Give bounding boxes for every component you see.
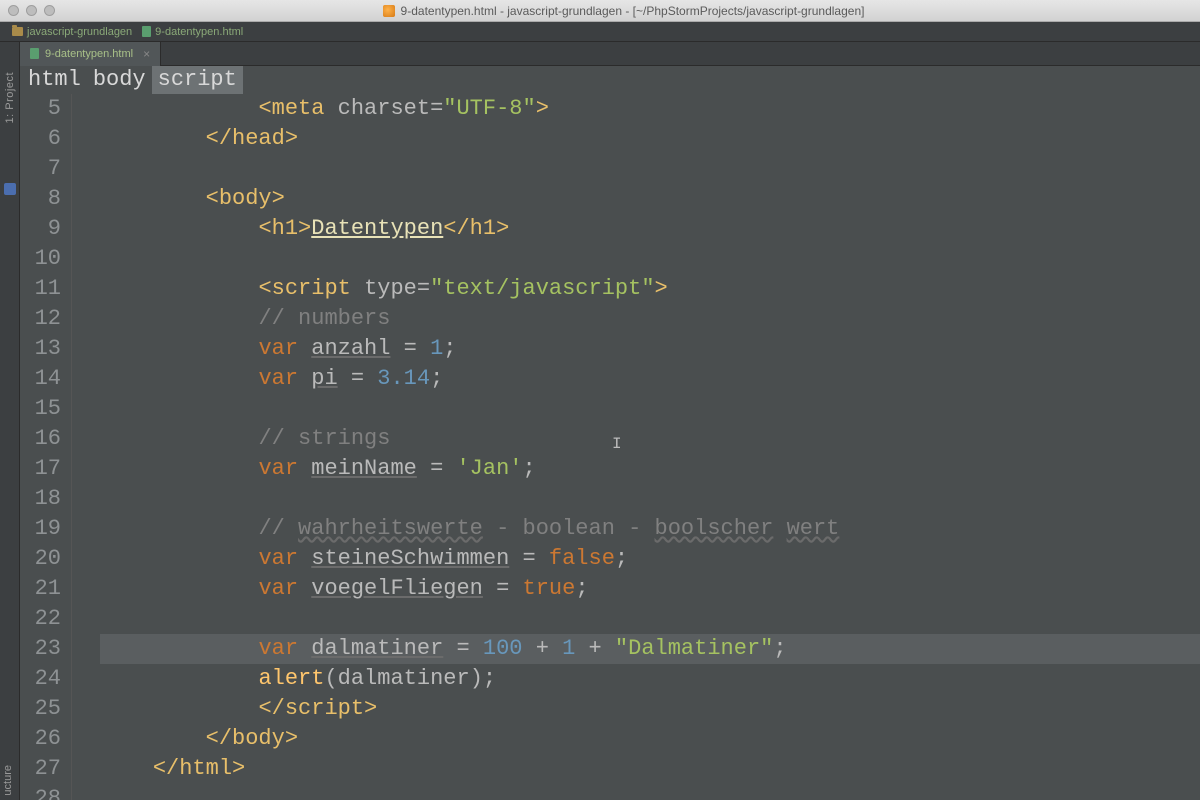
line-number: 27 — [20, 754, 61, 784]
line-number: 15 — [20, 394, 61, 424]
line-number: 9 — [20, 214, 61, 244]
code-line[interactable] — [100, 154, 1200, 184]
line-number: 22 — [20, 604, 61, 634]
line-number: 28 — [20, 784, 61, 800]
code-line[interactable]: // strings — [100, 424, 1200, 454]
line-number: 7 — [20, 154, 61, 184]
breadcrumb: html body script — [20, 66, 1200, 94]
tool-strip-left: 1: Project — [0, 42, 20, 800]
line-number-gutter: 5678910111213141516171819202122232425262… — [20, 94, 72, 800]
tool-project-label[interactable]: 1: Project — [4, 72, 16, 123]
code-line[interactable]: // wahrheitswerte - boolean - boolscher … — [100, 514, 1200, 544]
tab-file[interactable]: 9-datentypen.html × — [20, 42, 161, 66]
code-line[interactable]: var voegelFliegen = true; — [100, 574, 1200, 604]
code-line[interactable]: var steineSchwimmen = false; — [100, 544, 1200, 574]
line-number: 23 — [20, 634, 61, 664]
editor-tabs: 9-datentypen.html × — [20, 42, 1200, 66]
code-line[interactable]: <h1>Datentypen</h1> — [100, 214, 1200, 244]
nav-project[interactable]: javascript-grundlagen — [12, 26, 132, 38]
code-line[interactable]: </head> — [100, 124, 1200, 154]
line-number: 17 — [20, 454, 61, 484]
tab-file-label: 9-datentypen.html — [45, 48, 133, 60]
line-number: 24 — [20, 664, 61, 694]
line-number: 21 — [20, 574, 61, 604]
code-line[interactable] — [100, 784, 1200, 800]
code-editor[interactable]: 5678910111213141516171819202122232425262… — [20, 94, 1200, 800]
window-title-text: 9-datentypen.html - javascript-grundlage… — [401, 4, 865, 18]
crumb-html[interactable]: html — [22, 66, 87, 95]
line-number: 20 — [20, 544, 61, 574]
code-line[interactable] — [100, 484, 1200, 514]
code-line[interactable]: var dalmatiner = 100 + 1 + "Dalmatiner"; — [100, 634, 1200, 664]
line-number: 10 — [20, 244, 61, 274]
minimize-window-icon[interactable] — [26, 5, 37, 16]
code-line[interactable]: <script type="text/javascript"> — [100, 274, 1200, 304]
crumb-body[interactable]: body — [87, 66, 152, 95]
zoom-window-icon[interactable] — [44, 5, 55, 16]
navigation-bar: javascript-grundlagen 9-datentypen.html — [0, 22, 1200, 42]
code-line[interactable] — [100, 244, 1200, 274]
tool-structure-label[interactable]: ucture — [0, 761, 20, 800]
code-line[interactable]: var pi = 3.14; — [100, 364, 1200, 394]
line-number: 19 — [20, 514, 61, 544]
line-number: 26 — [20, 724, 61, 754]
code-line[interactable]: <meta charset="UTF-8"> — [100, 94, 1200, 124]
line-number: 11 — [20, 274, 61, 304]
line-number: 16 — [20, 424, 61, 454]
close-window-icon[interactable] — [8, 5, 19, 16]
tool-square-icon[interactable] — [4, 183, 16, 195]
line-number: 12 — [20, 304, 61, 334]
file-icon — [142, 26, 151, 37]
folder-icon — [12, 27, 23, 36]
code-line[interactable] — [100, 394, 1200, 424]
line-number: 13 — [20, 334, 61, 364]
nav-file[interactable]: 9-datentypen.html — [142, 26, 243, 38]
nav-project-label: javascript-grundlagen — [27, 26, 132, 38]
code-line[interactable]: var meinName = 'Jan'; — [100, 454, 1200, 484]
window-titlebar: 9-datentypen.html - javascript-grundlage… — [0, 0, 1200, 22]
code-line[interactable]: alert(dalmatiner); — [100, 664, 1200, 694]
window-title: 9-datentypen.html - javascript-grundlage… — [55, 4, 1192, 18]
code-line[interactable]: </script> — [100, 694, 1200, 724]
traffic-lights — [8, 5, 55, 16]
code-line[interactable]: </html> — [100, 754, 1200, 784]
file-icon — [30, 48, 39, 59]
line-number: 18 — [20, 484, 61, 514]
nav-file-label: 9-datentypen.html — [155, 26, 243, 38]
code-line[interactable]: var anzahl = 1; — [100, 334, 1200, 364]
line-number: 25 — [20, 694, 61, 724]
code-line[interactable]: </body> — [100, 724, 1200, 754]
line-number: 14 — [20, 364, 61, 394]
line-number: 5 — [20, 94, 61, 124]
code-line[interactable]: <body> — [100, 184, 1200, 214]
fold-gutter — [72, 94, 92, 800]
code-line[interactable]: // numbers — [100, 304, 1200, 334]
line-number: 8 — [20, 184, 61, 214]
app-icon — [383, 5, 395, 17]
code-content[interactable]: <meta charset="UTF-8"> </head> <body> <h… — [92, 94, 1200, 800]
line-number: 6 — [20, 124, 61, 154]
code-line[interactable] — [100, 604, 1200, 634]
crumb-script[interactable]: script — [152, 66, 243, 95]
tab-close-icon[interactable]: × — [143, 47, 150, 61]
